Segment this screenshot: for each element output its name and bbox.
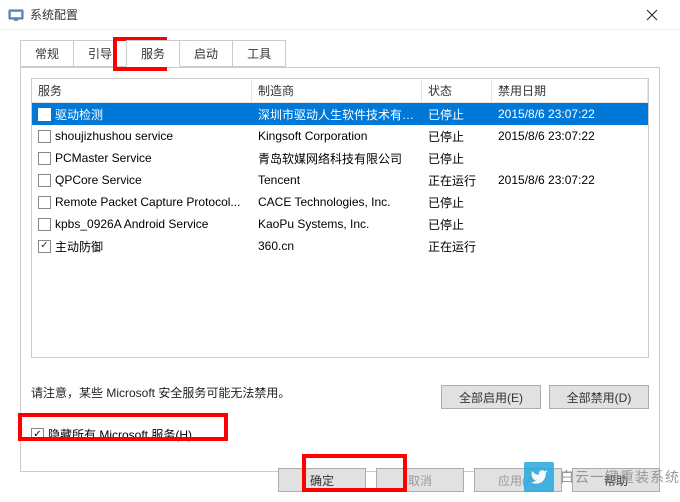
service-name: shoujizhushou service [55,129,173,143]
hide-microsoft-checkbox-row[interactable]: ✓ 隐藏所有 Microsoft 服务(H) [31,426,192,443]
tab-services[interactable]: 服务 [126,40,180,67]
manufacturer-cell: 深圳市驱动人生软件技术有限... [252,106,422,123]
table-row[interactable]: PCMaster Service 青岛软媒网络科技有限公司已停止 [32,147,648,169]
table-body: 驱动检测深圳市驱动人生软件技术有限...已停止2015/8/6 23:07:22… [32,103,648,257]
manufacturer-cell: Kingsoft Corporation [252,129,422,143]
status-cell: 已停止 [422,128,492,145]
window-title: 系统配置 [30,6,632,23]
app-icon [8,7,24,23]
watermark: 白云一键重装系统 [524,462,680,492]
watermark-icon [524,462,554,492]
close-icon [646,9,658,21]
manufacturer-cell: CACE Technologies, Inc. [252,195,422,209]
row-checkbox[interactable] [38,108,51,121]
status-cell: 正在运行 [422,238,492,255]
row-checkbox[interactable]: ✓ [38,240,51,253]
table-row[interactable]: ✓ 主动防御 360.cn正在运行 [32,235,648,257]
service-name: QPCore Service [55,173,142,187]
row-checkbox[interactable] [38,196,51,209]
service-name: 主动防御 [55,238,103,255]
tab-startup[interactable]: 启动 [179,40,233,67]
row-checkbox[interactable] [38,152,51,165]
services-table: 服务 制造商 状态 禁用日期 驱动检测深圳市驱动人生软件技术有限...已停止20… [31,78,649,358]
status-cell: 已停止 [422,150,492,167]
tab-tools[interactable]: 工具 [232,40,286,67]
row-checkbox[interactable] [38,174,51,187]
service-name: Remote Packet Capture Protocol... [55,195,240,209]
manufacturer-cell: 360.cn [252,239,422,253]
titlebar: 系统配置 [0,0,680,30]
watermark-text: 白云一键重装系统 [560,467,680,487]
table-row[interactable]: shoujizhushou service Kingsoft Corporatio… [32,125,648,147]
table-row[interactable]: 驱动检测 深圳市驱动人生软件技术有限...已停止2015/8/6 23:07:22 [32,103,648,125]
tab-boot[interactable]: 引导 [73,40,127,67]
ok-button[interactable]: 确定 [278,468,366,492]
enable-all-button[interactable]: 全部启用(E) [441,385,541,409]
status-cell: 已停止 [422,106,492,123]
manufacturer-cell: Tencent [252,173,422,187]
tab-general[interactable]: 常规 [20,40,74,67]
table-row[interactable]: kpbs_0926A Android Service KaoPu Systems,… [32,213,648,235]
date-cell: 2015/8/6 23:07:22 [492,129,648,143]
status-cell: 已停止 [422,216,492,233]
status-cell: 已停止 [422,194,492,211]
notice-text: 请注意，某些 Microsoft 安全服务可能无法禁用。 [31,384,290,401]
service-name: 驱动检测 [55,106,103,123]
tabs: 常规 引导 服务 启动 工具 [0,30,680,67]
table-header: 服务 制造商 状态 禁用日期 [32,79,648,103]
col-service[interactable]: 服务 [32,79,252,102]
close-button[interactable] [632,0,672,30]
service-name: PCMaster Service [55,151,152,165]
services-pane: 服务 制造商 状态 禁用日期 驱动检测深圳市驱动人生软件技术有限...已停止20… [20,67,660,472]
row-checkbox[interactable] [38,130,51,143]
hide-microsoft-label: 隐藏所有 Microsoft 服务(H) [48,426,192,443]
date-cell: 2015/8/6 23:07:22 [492,107,648,121]
table-row[interactable]: QPCore Service Tencent正在运行2015/8/6 23:07:… [32,169,648,191]
date-cell: 2015/8/6 23:07:22 [492,173,648,187]
manufacturer-cell: 青岛软媒网络科技有限公司 [252,150,422,167]
hide-microsoft-checkbox[interactable]: ✓ [31,428,44,441]
status-cell: 正在运行 [422,172,492,189]
col-manufacturer[interactable]: 制造商 [252,79,422,102]
cancel-button[interactable]: 取消 [376,468,464,492]
col-disable-date[interactable]: 禁用日期 [492,79,648,102]
row-checkbox[interactable] [38,218,51,231]
table-row[interactable]: Remote Packet Capture Protocol... CACE Te… [32,191,648,213]
service-name: kpbs_0926A Android Service [55,217,208,231]
manufacturer-cell: KaoPu Systems, Inc. [252,217,422,231]
col-status[interactable]: 状态 [422,79,492,102]
disable-all-button[interactable]: 全部禁用(D) [549,385,649,409]
enable-disable-group: 全部启用(E) 全部禁用(D) [441,385,649,409]
